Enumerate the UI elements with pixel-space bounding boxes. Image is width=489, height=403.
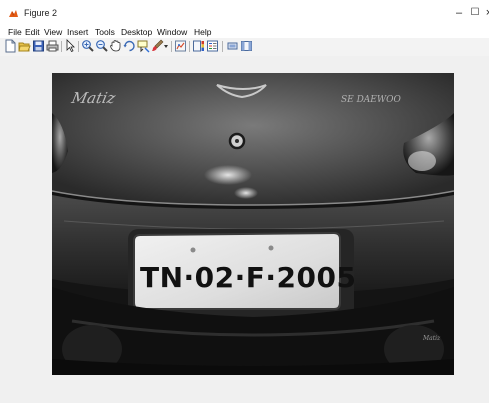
- rotate-3d-icon[interactable]: [123, 39, 136, 53]
- toolbar-separator: [222, 41, 223, 52]
- minimize-button[interactable]: –: [451, 4, 467, 22]
- window-title: Figure 2: [24, 8, 58, 18]
- mudflap-badge: Matiz: [423, 335, 441, 342]
- model-badge-left: Matiz: [70, 89, 117, 107]
- edit-plot-arrow-icon[interactable]: [64, 39, 77, 53]
- hide-plot-tools-icon[interactable]: [226, 39, 239, 53]
- toolbar-separator: [78, 41, 79, 52]
- print-icon[interactable]: [46, 39, 59, 53]
- toolbar-separator: [171, 41, 172, 52]
- pan-icon[interactable]: [109, 39, 122, 53]
- menu-edit[interactable]: Edit: [25, 26, 40, 38]
- menu-help[interactable]: Help: [194, 26, 211, 38]
- menu-file[interactable]: File: [8, 26, 22, 38]
- license-plate-text: TN·02·F·2005: [140, 261, 357, 294]
- model-badge-right: SE DAEWOO: [341, 95, 401, 105]
- car-rear-photo: [52, 73, 454, 375]
- open-file-icon[interactable]: [18, 39, 31, 53]
- toolbar-separator: [189, 41, 190, 52]
- zoom-in-icon[interactable]: [81, 39, 94, 53]
- show-plot-tools-icon[interactable]: [240, 39, 253, 53]
- save-icon[interactable]: [32, 39, 45, 53]
- menu-window[interactable]: Window: [157, 26, 187, 38]
- new-figure-icon[interactable]: [4, 39, 17, 53]
- image-axes[interactable]: Matiz SE DAEWOO Matiz TN·02·F·2005: [52, 73, 454, 375]
- toolbar-separator: [61, 41, 62, 52]
- menu-view[interactable]: View: [44, 26, 62, 38]
- zoom-out-icon[interactable]: [95, 39, 108, 53]
- insert-legend-icon[interactable]: [206, 39, 219, 53]
- title-bar: Figure 2 – ☐ ×: [0, 0, 489, 26]
- menu-desktop[interactable]: Desktop: [121, 26, 152, 38]
- insert-colorbar-icon[interactable]: [192, 39, 205, 53]
- menu-tools[interactable]: Tools: [95, 26, 115, 38]
- close-button[interactable]: ×: [484, 4, 489, 22]
- figure-toolbar: [0, 38, 489, 57]
- menu-bar: File Edit View Insert Tools Desktop Wind…: [0, 26, 489, 38]
- link-plot-icon[interactable]: [174, 39, 187, 53]
- menu-insert[interactable]: Insert: [67, 26, 88, 38]
- maximize-button[interactable]: ☐: [468, 4, 482, 22]
- matlab-figure-icon: [8, 8, 19, 19]
- data-cursor-icon[interactable]: [137, 39, 150, 53]
